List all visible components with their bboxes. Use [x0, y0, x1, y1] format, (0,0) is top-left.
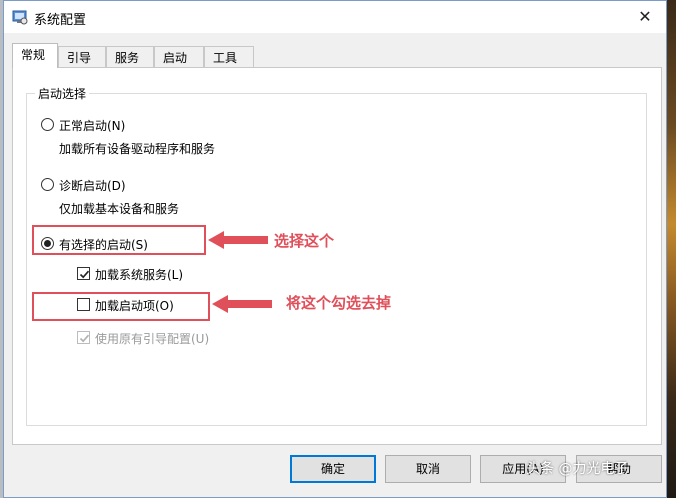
check-icon	[79, 270, 90, 279]
annotation-select-this: 选择这个	[274, 232, 335, 250]
annotation-uncheck-this: 将这个勾选去掉	[286, 294, 392, 312]
system-config-window: 系统配置 ✕ 常规 引导 服务 启动 工具 启动选择 正常启动(N) 加载所有设…	[3, 0, 667, 498]
close-button[interactable]: ✕	[634, 7, 656, 27]
checkbox-load-system-services[interactable]	[77, 267, 90, 280]
desktop-background-right	[666, 0, 676, 498]
tab-boot[interactable]: 引导	[58, 46, 106, 67]
checkbox-use-original-boot-config	[77, 331, 90, 344]
tab-startup[interactable]: 启动	[154, 46, 204, 67]
startup-selection-group: 启动选择 正常启动(N) 加载所有设备驱动程序和服务 诊断启动(D) 仅加载基本…	[26, 85, 647, 426]
load-system-services-label[interactable]: 加载系统服务(L)	[95, 266, 183, 283]
ok-button[interactable]: 确定	[290, 455, 376, 483]
use-original-boot-config-label: 使用原有引导配置(U)	[95, 332, 210, 346]
radio-normal-startup[interactable]	[41, 118, 54, 131]
general-tab-panel: 启动选择 正常启动(N) 加载所有设备驱动程序和服务 诊断启动(D) 仅加载基本…	[12, 67, 662, 445]
title-bar: 系统配置 ✕	[4, 1, 666, 33]
diagnostic-startup-label[interactable]: 诊断启动(D)	[59, 177, 126, 194]
annotation-arrow-left-icon	[208, 231, 268, 249]
watermark-text: 头条 @力光电子	[526, 461, 629, 477]
tab-general[interactable]: 常规	[12, 43, 58, 68]
group-legend: 启动选择	[35, 85, 90, 102]
highlight-box-selective	[32, 225, 206, 255]
normal-startup-desc: 加载所有设备驱动程序和服务	[59, 142, 216, 156]
annotation-arrow-left-icon	[212, 295, 272, 313]
tab-tools[interactable]: 工具	[204, 46, 254, 67]
cancel-button[interactable]: 取消	[385, 455, 471, 483]
highlight-box-startup-items	[32, 292, 210, 321]
radio-diagnostic-startup[interactable]	[41, 178, 54, 191]
check-icon-disabled	[79, 334, 90, 343]
diagnostic-startup-desc: 仅加载基本设备和服务	[59, 202, 180, 216]
window-title: 系统配置	[34, 13, 87, 28]
normal-startup-label[interactable]: 正常启动(N)	[59, 117, 125, 134]
tab-services[interactable]: 服务	[106, 46, 154, 67]
msconfig-icon	[12, 9, 28, 25]
